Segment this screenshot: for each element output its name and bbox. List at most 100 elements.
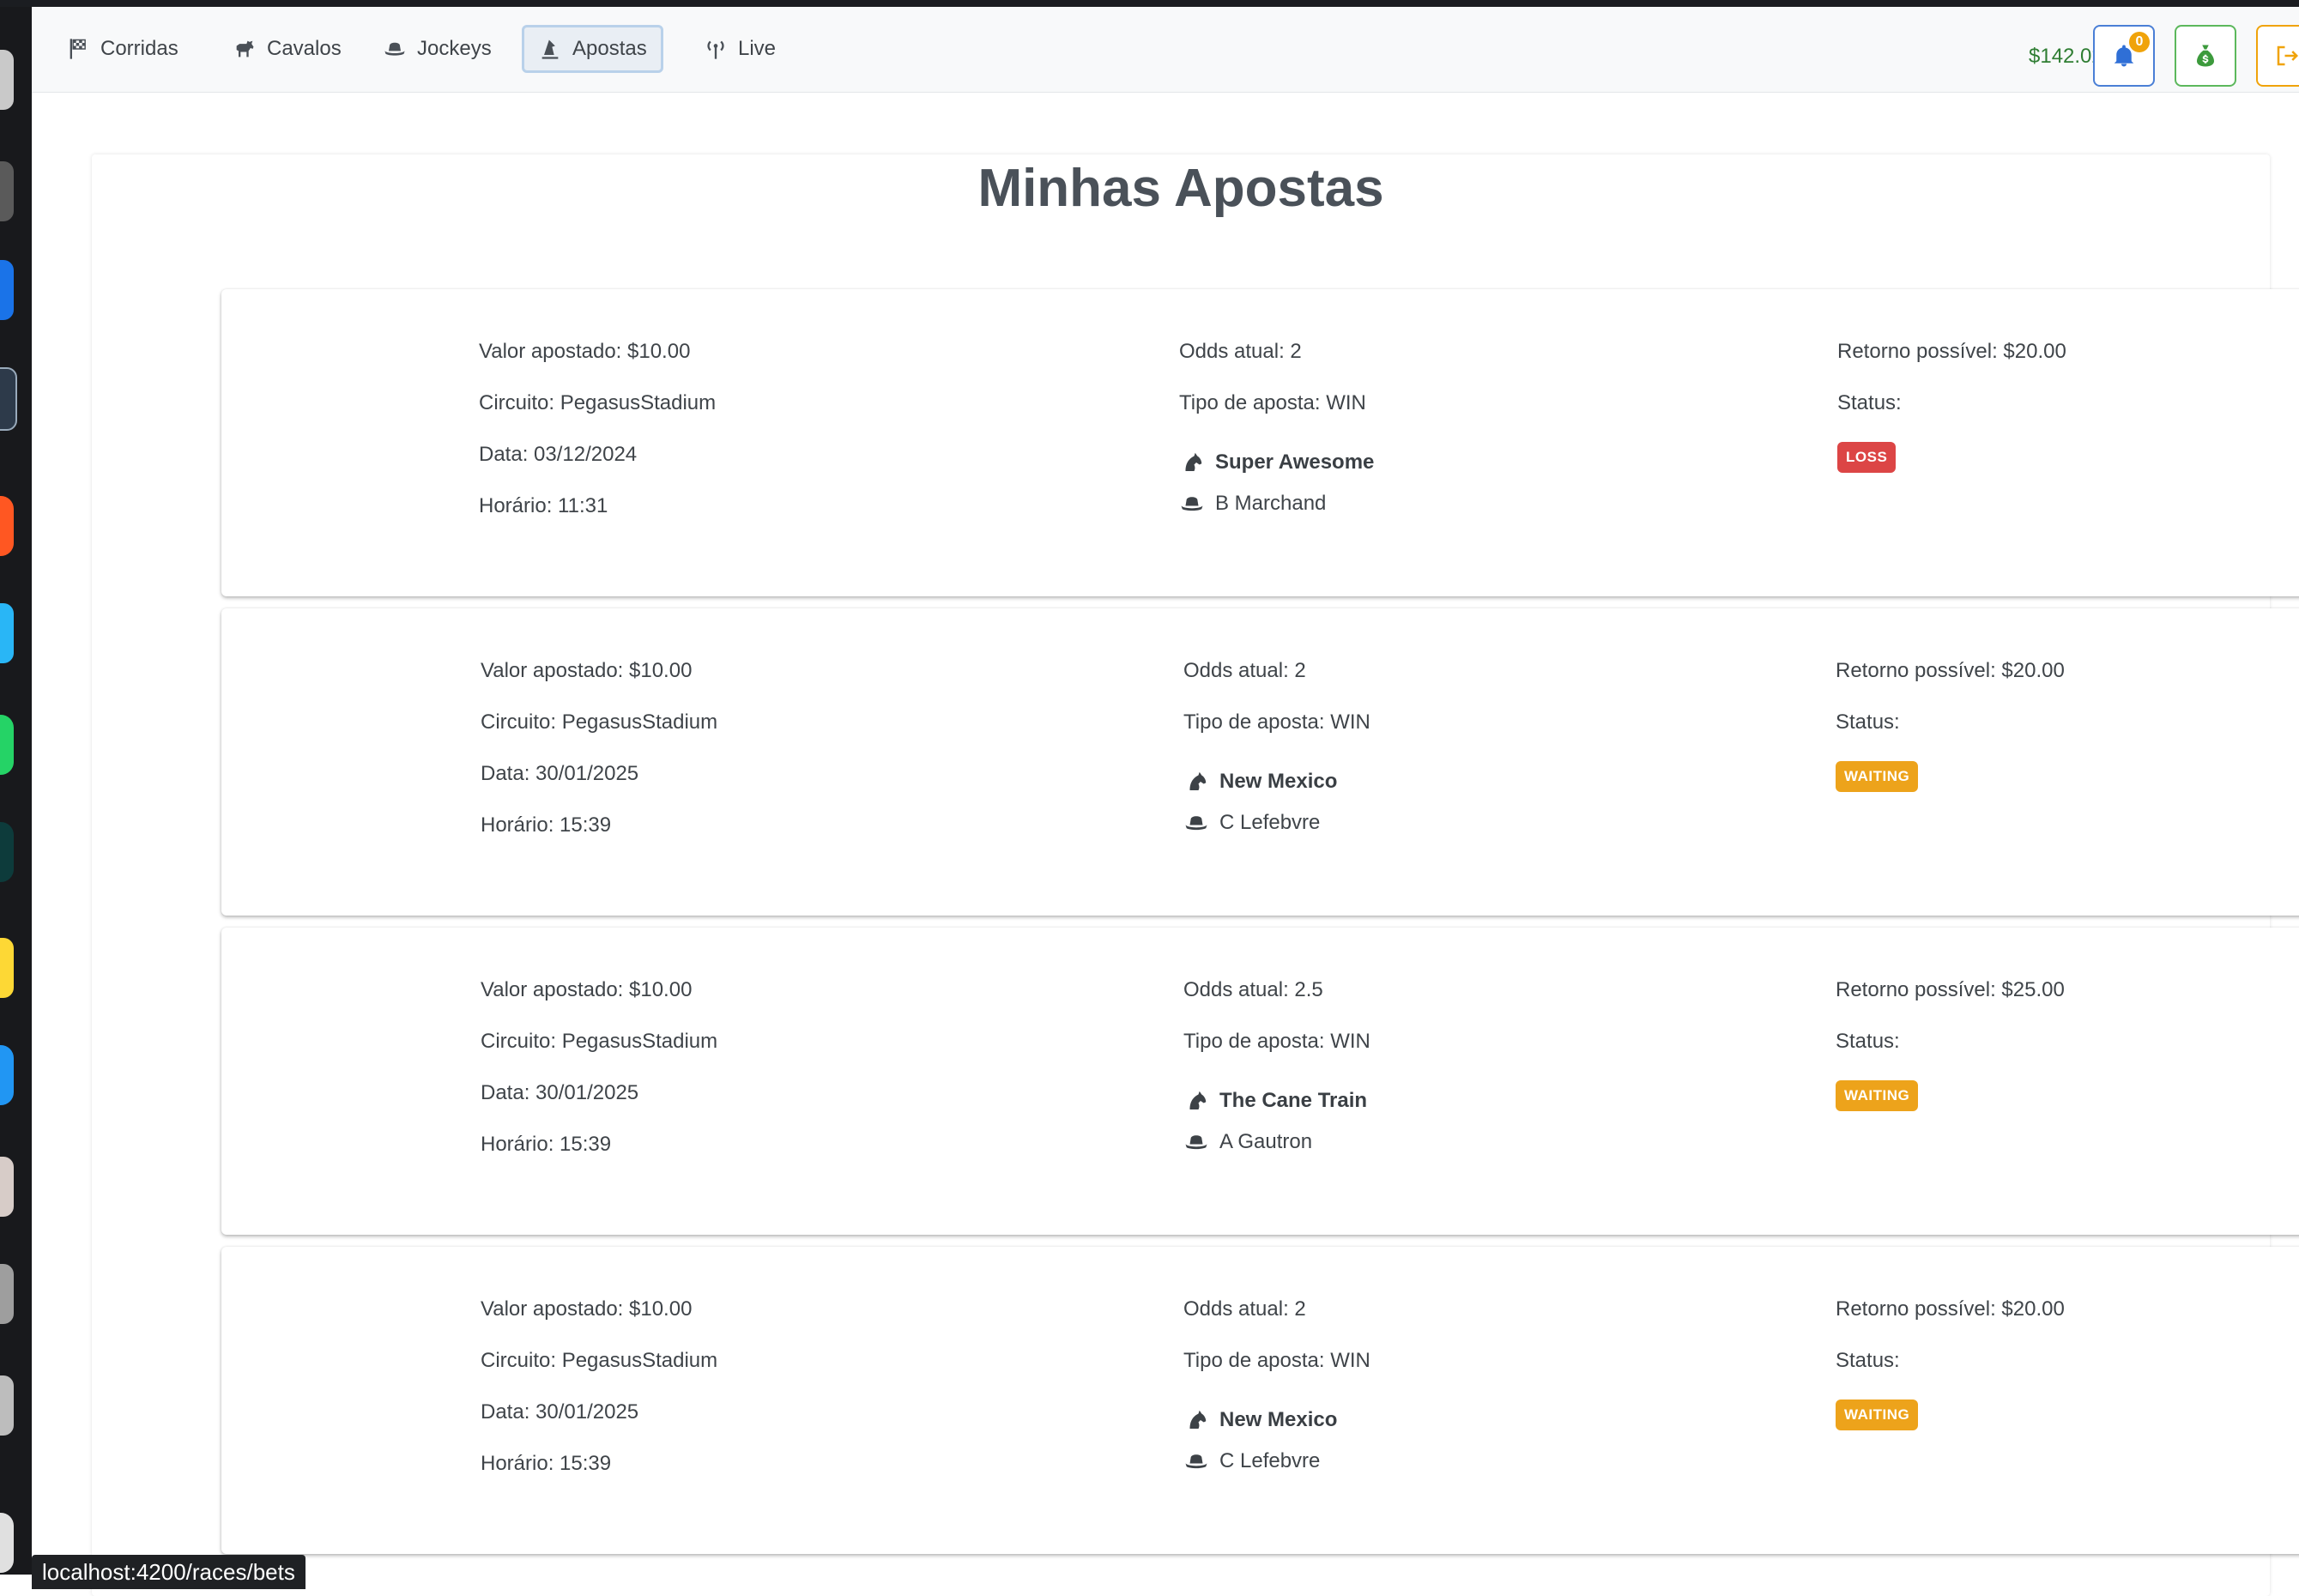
dock-app-icon[interactable]	[0, 715, 14, 775]
bet-date: Data: 30/01/2025	[481, 1081, 639, 1104]
bet-type: Tipo de aposta: WIN	[1183, 1030, 1370, 1053]
logout-button[interactable]	[2256, 25, 2299, 87]
bet-time: Horário: 15:39	[481, 1452, 612, 1475]
hat-icon	[1181, 497, 1203, 511]
bet-time: Horário: 11:31	[479, 494, 608, 517]
bet-time: Horário: 15:39	[481, 813, 612, 837]
bet-horse: The Cane Train	[1183, 1080, 1370, 1121]
dock-app-icon[interactable]	[0, 1375, 14, 1436]
checkered-flag-icon	[70, 39, 86, 59]
bet-jockey: A Gautron	[1183, 1121, 1370, 1163]
bet-amount: Valor apostado: $10.00	[481, 659, 693, 682]
dock-app-icon[interactable]	[0, 603, 14, 663]
nav-item-corridas[interactable]: Corridas	[52, 25, 192, 73]
bet-return-column: Retorno possível: $20.00 Status: WAITING	[1836, 1297, 2065, 1430]
window-top-edge	[0, 0, 2299, 7]
link-url-statusbar: localhost:4200/races/bets	[32, 1555, 306, 1589]
bet-status-label: Status:	[1836, 710, 1900, 734]
jockey-name: C Lefebvre	[1219, 1449, 1321, 1472]
bet-date: Data: 03/12/2024	[479, 443, 638, 466]
bet-status-label: Status:	[1836, 1349, 1900, 1372]
bet-possible-return: Retorno possível: $20.00	[1836, 1297, 2065, 1321]
logout-icon	[2277, 45, 2299, 66]
nav-item-live[interactable]: Live	[690, 25, 790, 73]
money-bag-icon	[2197, 45, 2214, 67]
bet-jockey: C Lefebvre	[1183, 802, 1370, 843]
bet-return-column: Retorno possível: $20.00 Status: WAITING	[1836, 658, 2065, 792]
dock-app-icon[interactable]	[0, 1264, 14, 1324]
dock-app-icon[interactable]	[0, 938, 14, 998]
bet-jockey: C Lefebvre	[1183, 1441, 1370, 1482]
hat-icon	[1185, 1135, 1207, 1150]
bet-circuit: Circuito: PegasusStadium	[481, 710, 718, 734]
nav-item-label: Cavalos	[267, 37, 342, 60]
dock-app-icon[interactable]	[0, 822, 14, 882]
horse-name: New Mexico	[1219, 770, 1338, 793]
bet-possible-return: Retorno possível: $20.00	[1837, 340, 2066, 363]
nav-item-apostas[interactable]: Apostas	[522, 25, 663, 73]
jockey-name: A Gautron	[1219, 1130, 1313, 1153]
bets-container: Minhas Apostas Valor apostado: $10.00 Ci…	[92, 154, 2299, 1596]
dock-app-icon[interactable]	[0, 50, 14, 110]
dock-app-icon[interactable]	[0, 367, 17, 431]
bet-odds-column: Odds atual: 2 Tipo de aposta: WIN Super …	[1179, 339, 1374, 524]
bet-odds-column: Odds atual: 2 Tipo de aposta: WIN New Me…	[1183, 658, 1370, 843]
bet-horse: New Mexico	[1183, 761, 1370, 802]
bet-date: Data: 30/01/2025	[481, 1400, 639, 1424]
hat-wizard-icon	[541, 39, 559, 59]
bet-amount: Valor apostado: $10.00	[479, 340, 691, 363]
hat-icon	[1185, 1454, 1207, 1469]
bet-card: Valor apostado: $10.00 Circuito: Pegasus…	[221, 608, 2299, 916]
bet-type: Tipo de aposta: WIN	[1179, 391, 1366, 414]
deposit-money-button[interactable]	[2175, 25, 2236, 87]
horse-head-icon	[1189, 771, 1207, 790]
bet-return-column: Retorno possível: $25.00 Status: WAITING	[1836, 977, 2065, 1111]
jockey-name: C Lefebvre	[1219, 811, 1321, 834]
bet-date: Data: 30/01/2025	[481, 762, 639, 785]
bet-time: Horário: 15:39	[481, 1133, 612, 1156]
status-badge: LOSS	[1837, 442, 1897, 473]
bet-amount: Valor apostado: $10.00	[481, 1297, 693, 1321]
status-badge: WAITING	[1836, 761, 1919, 792]
bet-card: Valor apostado: $10.00 Circuito: Pegasus…	[221, 928, 2299, 1235]
bet-horse: New Mexico	[1183, 1400, 1370, 1441]
horse-name: The Cane Train	[1219, 1089, 1368, 1112]
horse-head-icon	[1189, 1410, 1207, 1429]
bet-type: Tipo de aposta: WIN	[1183, 1349, 1370, 1372]
nav-item-cavalos[interactable]: Cavalos	[219, 25, 355, 73]
bet-circuit: Circuito: PegasusStadium	[481, 1349, 718, 1372]
hat-icon	[1185, 816, 1207, 831]
bet-status-label: Status:	[1836, 1030, 1900, 1053]
page-title: Minhas Apostas	[977, 159, 1384, 218]
notification-count-badge: 0	[2129, 32, 2150, 52]
nav-item-label: Live	[738, 37, 777, 60]
bet-odds-column: Odds atual: 2 Tipo de aposta: WIN New Me…	[1183, 1297, 1370, 1482]
nav-item-jockeys[interactable]: Jockeys	[369, 25, 505, 73]
bet-odds-column: Odds atual: 2.5 Tipo de aposta: WIN The …	[1183, 977, 1370, 1163]
dock-app-icon[interactable]	[0, 1157, 14, 1217]
bet-circuit: Circuito: PegasusStadium	[479, 391, 717, 414]
dock-app-icon[interactable]	[0, 260, 14, 320]
horse-name: New Mexico	[1219, 1408, 1338, 1431]
dock-app-icon[interactable]	[0, 1045, 14, 1105]
nav-item-label: Apostas	[572, 37, 647, 60]
horse-icon	[236, 40, 254, 57]
bet-amount: Valor apostado: $10.00	[481, 978, 693, 1001]
horse-name: Super Awesome	[1215, 450, 1375, 474]
wallet-balance: $142.02	[2029, 45, 2103, 68]
bet-status-label: Status:	[1837, 391, 1902, 414]
dock-app-icon[interactable]	[0, 496, 14, 556]
notifications-button[interactable]: 0	[2093, 25, 2155, 87]
bet-circuit: Circuito: PegasusStadium	[481, 1030, 718, 1053]
dock-app-icon[interactable]	[0, 161, 14, 221]
bet-possible-return: Retorno possível: $20.00	[1836, 659, 2065, 682]
bet-odds: Odds atual: 2	[1179, 340, 1302, 363]
horse-head-icon	[1185, 452, 1202, 471]
dock-app-icon[interactable]	[0, 1513, 14, 1573]
bet-possible-return: Retorno possível: $25.00	[1836, 978, 2065, 1001]
jockey-name: B Marchand	[1215, 492, 1327, 515]
bet-type: Tipo de aposta: WIN	[1183, 710, 1370, 734]
bet-info-column: Valor apostado: $10.00 Circuito: Pegasus…	[481, 658, 717, 864]
bet-horse: Super Awesome	[1179, 442, 1374, 483]
bet-card: Valor apostado: $10.00 Circuito: Pegasus…	[221, 1247, 2299, 1554]
